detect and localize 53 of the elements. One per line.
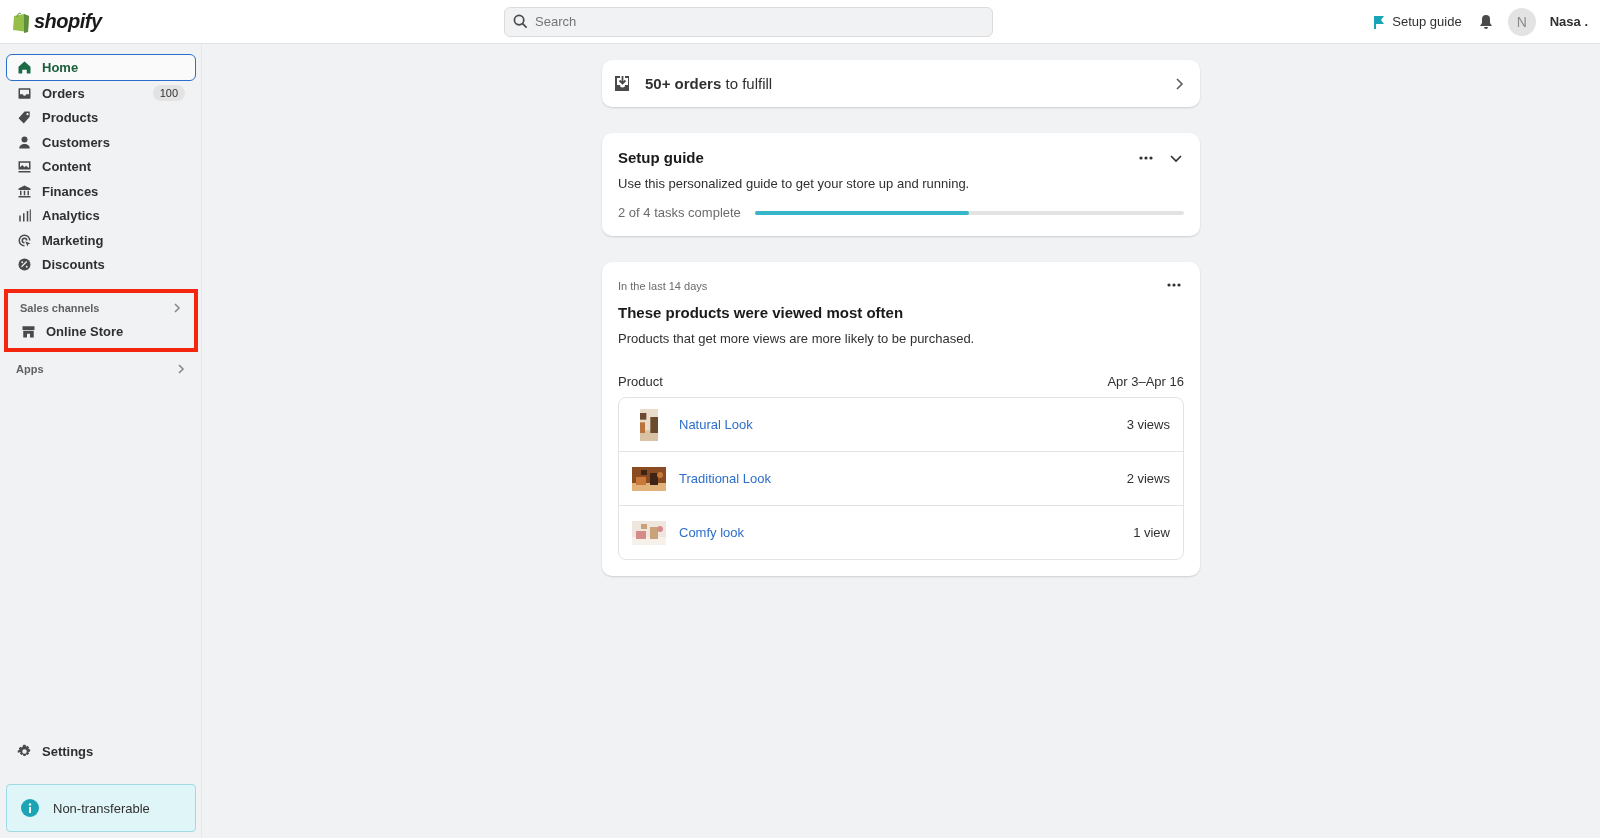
inbox-icon <box>17 85 32 101</box>
download-tray-icon <box>614 75 631 92</box>
views-count: 2 views <box>1126 471 1170 486</box>
sidebar-item[interactable]: Orders 100 <box>6 81 196 106</box>
period-label: In the last 14 days <box>618 280 709 292</box>
column-header: Apr 3–Apr 16 <box>1107 374 1184 389</box>
user-name[interactable]: Nasa . <box>1549 14 1588 29</box>
settings-item[interactable]: Settings <box>6 739 196 764</box>
sidebar-item[interactable]: Online Store <box>10 319 192 344</box>
search-field[interactable]: Search <box>504 6 993 37</box>
sidebar-item[interactable]: Content <box>6 154 196 179</box>
store-icon <box>21 323 36 339</box>
card-description: Use this personalized guide to get your store up and running. <box>618 176 971 191</box>
bank-icon <box>17 183 32 199</box>
image-icon <box>17 159 32 175</box>
card-title: These products were viewed most often <box>618 304 905 321</box>
chevron-right-icon <box>172 303 182 313</box>
card-title: Setup guide <box>618 149 705 166</box>
bell-icon[interactable] <box>1477 13 1494 30</box>
count-badge: 100 <box>152 85 185 102</box>
person-icon <box>17 134 32 150</box>
product-link[interactable]: Traditional Look <box>679 471 1114 486</box>
chevron-right-icon <box>176 363 186 374</box>
section-header[interactable]: Apps <box>6 357 196 380</box>
sidebar-item[interactable]: Finances <box>6 179 196 204</box>
flag-icon <box>1372 14 1387 29</box>
chevron-right-icon <box>1174 77 1184 90</box>
sidebar-item[interactable]: Discounts <box>6 252 196 277</box>
progress-label: 2 of 4 tasks complete <box>618 205 741 220</box>
tag-icon <box>17 110 32 126</box>
card-description: Products that get more views are more likely to be purchased. <box>618 331 976 346</box>
setup-guide-button[interactable]: Setup guide <box>1370 12 1464 31</box>
product-link[interactable]: Natural Look <box>679 417 1114 432</box>
info-icon <box>21 799 39 817</box>
discount-icon <box>17 257 32 273</box>
notice-text: Non-transferable <box>53 800 150 816</box>
orders-card[interactable]: 50+ orders to fulfill <box>602 60 1200 107</box>
views-count: 1 view <box>1133 525 1170 540</box>
bag-logo-icon <box>12 10 30 33</box>
sidebar-item[interactable]: Products <box>6 105 196 130</box>
sidebar-item[interactable]: Analytics <box>6 203 196 228</box>
column-header: Product <box>618 374 663 389</box>
bar-chart-icon <box>17 208 32 224</box>
orders-text: 50+ orders to fulfill <box>645 75 774 92</box>
section-header[interactable]: Sales channels <box>10 297 192 319</box>
house-icon <box>17 60 32 75</box>
sidebar-item[interactable]: Home <box>6 54 196 81</box>
logo-text: shopify <box>34 10 102 33</box>
product-link[interactable]: Comfy look <box>679 525 1121 540</box>
views-count: 3 views <box>1126 417 1170 432</box>
sidebar-item[interactable]: Marketing <box>6 228 196 253</box>
sidebar-item[interactable]: Customers <box>6 130 196 155</box>
target-icon <box>17 232 32 248</box>
